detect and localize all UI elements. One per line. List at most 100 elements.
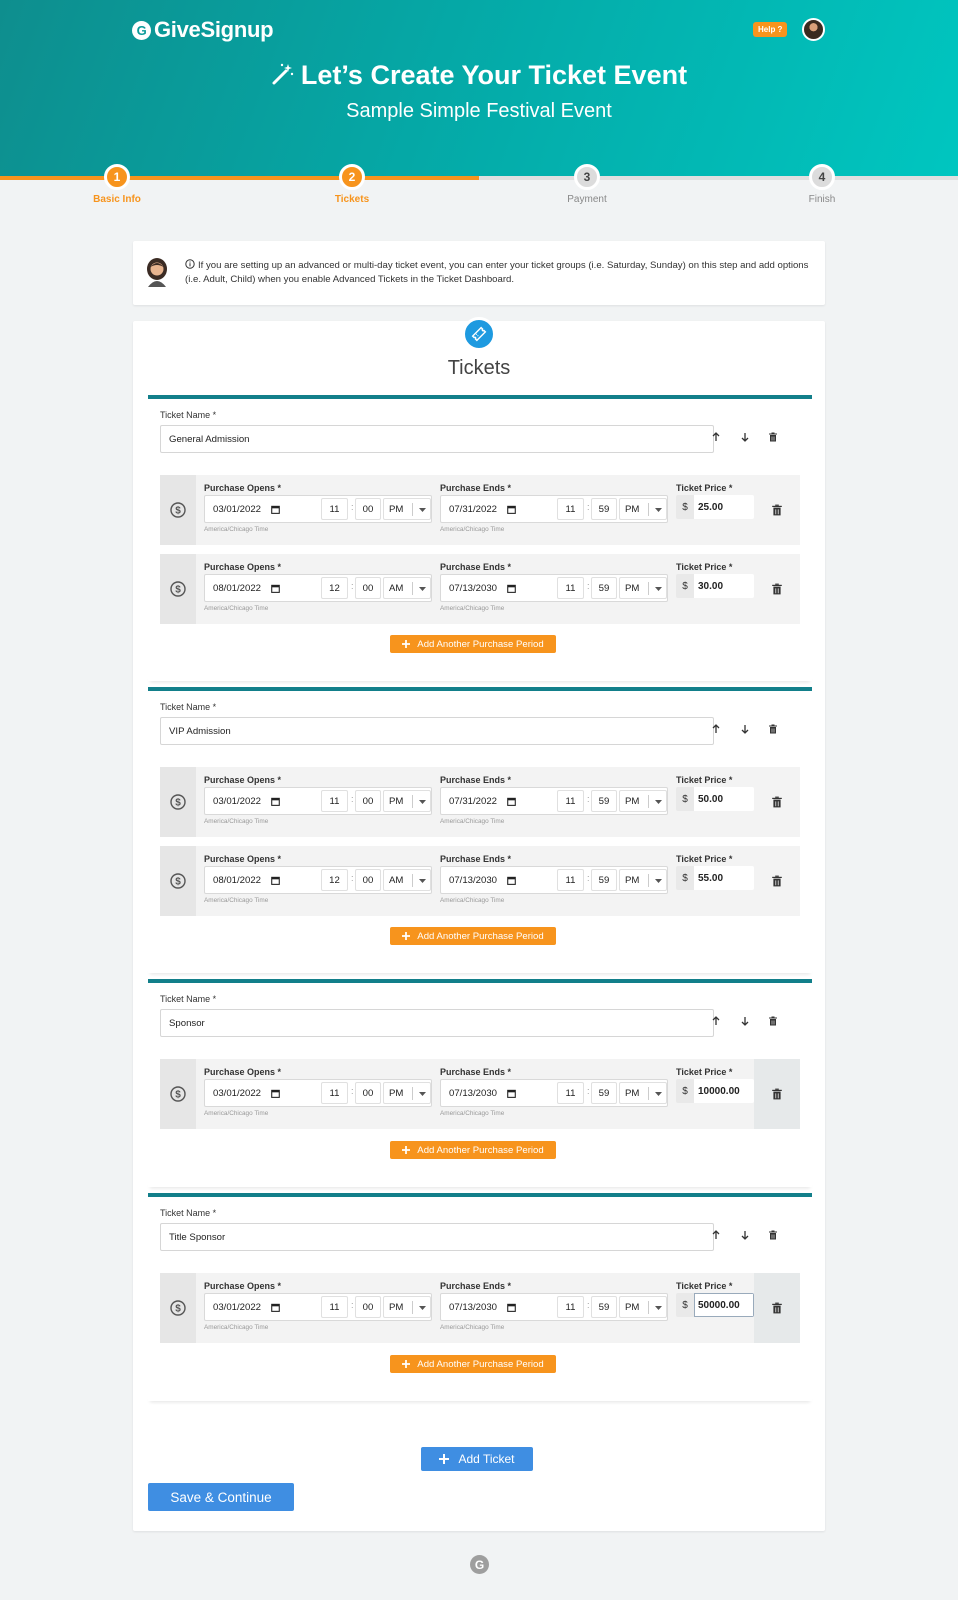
add-purchase-period-button[interactable]: Add Another Purchase Period xyxy=(390,927,556,945)
calendar-icon[interactable] xyxy=(507,584,516,593)
purchase-ends-minute-input[interactable]: 59 xyxy=(591,790,617,812)
purchase-ends-ampm-select[interactable]: PM xyxy=(619,498,667,520)
ticket-name-input[interactable]: General Admission xyxy=(160,425,714,453)
delete-period-icon[interactable] xyxy=(754,475,800,545)
ticket-name-input[interactable]: VIP Admission xyxy=(160,717,714,745)
purchase-opens-date-input[interactable]: 03/01/2022 xyxy=(205,1080,319,1106)
step-4[interactable]: 4 Finish xyxy=(762,164,882,205)
step-1[interactable]: 1 Basic Info xyxy=(57,164,177,205)
delete-period-icon[interactable] xyxy=(754,1059,800,1129)
calendar-icon[interactable] xyxy=(271,876,280,885)
calendar-icon[interactable] xyxy=(507,1303,516,1312)
purchase-opens-date-input[interactable]: 08/01/2022 xyxy=(205,867,319,893)
step-3[interactable]: 3 Payment xyxy=(527,164,647,205)
calendar-icon[interactable] xyxy=(271,1303,280,1312)
purchase-opens-ampm-select[interactable]: PM xyxy=(383,790,431,812)
purchase-ends-date-input[interactable]: 07/13/2030 xyxy=(441,575,555,601)
user-avatar[interactable] xyxy=(802,18,825,41)
delete-ticket-icon[interactable] xyxy=(763,1225,783,1245)
calendar-icon[interactable] xyxy=(507,797,516,806)
purchase-opens-ampm-select[interactable]: PM xyxy=(383,1296,431,1318)
ticket-name-input[interactable]: Sponsor xyxy=(160,1009,714,1037)
ticket-price-input[interactable]: 10000.00 xyxy=(694,1079,754,1103)
purchase-opens-hour-input[interactable]: 11 xyxy=(321,1082,348,1104)
calendar-icon[interactable] xyxy=(271,584,280,593)
step-2[interactable]: 2 Tickets xyxy=(292,164,412,205)
ticket-price-input[interactable]: 55.00 xyxy=(694,866,754,890)
calendar-icon[interactable] xyxy=(271,1089,280,1098)
delete-ticket-icon[interactable] xyxy=(763,427,783,447)
purchase-opens-ampm-select[interactable]: AM xyxy=(383,577,431,599)
purchase-ends-minute-input[interactable]: 59 xyxy=(591,869,617,891)
move-down-icon[interactable] xyxy=(735,1225,755,1245)
help-button[interactable]: Help ? xyxy=(753,22,788,37)
purchase-opens-hour-input[interactable]: 11 xyxy=(321,1296,348,1318)
move-down-icon[interactable] xyxy=(735,427,755,447)
delete-period-icon[interactable] xyxy=(754,554,800,624)
calendar-icon[interactable] xyxy=(507,1089,516,1098)
ticket-price-input[interactable]: 25.00 xyxy=(694,495,754,519)
purchase-ends-ampm-select[interactable]: PM xyxy=(619,1296,667,1318)
purchase-opens-minute-input[interactable]: 00 xyxy=(355,1296,381,1318)
add-purchase-period-button[interactable]: Add Another Purchase Period xyxy=(390,1141,556,1159)
purchase-ends-date-input[interactable]: 07/13/2030 xyxy=(441,1294,555,1320)
purchase-ends-ampm-select[interactable]: PM xyxy=(619,577,667,599)
purchase-ends-hour-input[interactable]: 11 xyxy=(557,790,584,812)
calendar-icon[interactable] xyxy=(507,505,516,514)
purchase-ends-date-input[interactable]: 07/13/2030 xyxy=(441,1080,555,1106)
purchase-ends-hour-input[interactable]: 11 xyxy=(557,1082,584,1104)
purchase-ends-ampm-select[interactable]: PM xyxy=(619,790,667,812)
purchase-opens-minute-input[interactable]: 00 xyxy=(355,790,381,812)
purchase-ends-date-input[interactable]: 07/13/2030 xyxy=(441,867,555,893)
purchase-ends-ampm-select[interactable]: PM xyxy=(619,1082,667,1104)
calendar-icon[interactable] xyxy=(271,505,280,514)
calendar-icon[interactable] xyxy=(507,876,516,885)
purchase-opens-minute-input[interactable]: 00 xyxy=(355,577,381,599)
purchase-ends-minute-input[interactable]: 59 xyxy=(591,577,617,599)
add-purchase-period-button[interactable]: Add Another Purchase Period xyxy=(390,1355,556,1373)
purchase-ends-minute-input[interactable]: 59 xyxy=(591,1082,617,1104)
purchase-opens-date-input[interactable]: 03/01/2022 xyxy=(205,496,319,522)
move-up-icon[interactable] xyxy=(706,427,726,447)
purchase-opens-ampm-select[interactable]: AM xyxy=(383,869,431,891)
purchase-opens-minute-input[interactable]: 00 xyxy=(355,1082,381,1104)
add-ticket-button[interactable]: Add Ticket xyxy=(421,1447,533,1471)
ticket-price-input[interactable]: 50000.00 xyxy=(694,1293,754,1317)
givesignup-logo[interactable]: G GiveSignup xyxy=(132,17,274,43)
purchase-opens-date-input[interactable]: 03/01/2022 xyxy=(205,1294,319,1320)
delete-period-icon[interactable] xyxy=(754,767,800,837)
purchase-opens-minute-input[interactable]: 00 xyxy=(355,498,381,520)
purchase-ends-minute-input[interactable]: 59 xyxy=(591,498,617,520)
save-continue-button[interactable]: Save & Continue xyxy=(148,1483,294,1511)
purchase-opens-hour-input[interactable]: 12 xyxy=(321,577,348,599)
ticket-price-input[interactable]: 30.00 xyxy=(694,574,754,598)
delete-ticket-icon[interactable] xyxy=(763,1011,783,1031)
move-down-icon[interactable] xyxy=(735,1011,755,1031)
move-up-icon[interactable] xyxy=(706,1011,726,1031)
purchase-opens-hour-input[interactable]: 11 xyxy=(321,498,348,520)
move-down-icon[interactable] xyxy=(735,719,755,739)
purchase-opens-minute-input[interactable]: 00 xyxy=(355,869,381,891)
purchase-opens-ampm-select[interactable]: PM xyxy=(383,1082,431,1104)
purchase-ends-hour-input[interactable]: 11 xyxy=(557,869,584,891)
purchase-ends-date-input[interactable]: 07/31/2022 xyxy=(441,788,555,814)
delete-period-icon[interactable] xyxy=(754,1273,800,1343)
delete-period-icon[interactable] xyxy=(754,846,800,916)
purchase-ends-date-input[interactable]: 07/31/2022 xyxy=(441,496,555,522)
purchase-ends-ampm-select[interactable]: PM xyxy=(619,869,667,891)
purchase-opens-hour-input[interactable]: 11 xyxy=(321,790,348,812)
purchase-opens-date-input[interactable]: 08/01/2022 xyxy=(205,575,319,601)
calendar-icon[interactable] xyxy=(271,797,280,806)
purchase-ends-hour-input[interactable]: 11 xyxy=(557,498,584,520)
purchase-ends-minute-input[interactable]: 59 xyxy=(591,1296,617,1318)
purchase-opens-ampm-select[interactable]: PM xyxy=(383,498,431,520)
add-purchase-period-button[interactable]: Add Another Purchase Period xyxy=(390,635,556,653)
delete-ticket-icon[interactable] xyxy=(763,719,783,739)
purchase-ends-hour-input[interactable]: 11 xyxy=(557,1296,584,1318)
ticket-name-input[interactable]: Title Sponsor xyxy=(160,1223,714,1251)
purchase-opens-hour-input[interactable]: 12 xyxy=(321,869,348,891)
ticket-price-input[interactable]: 50.00 xyxy=(694,787,754,811)
purchase-ends-hour-input[interactable]: 11 xyxy=(557,577,584,599)
move-up-icon[interactable] xyxy=(706,719,726,739)
move-up-icon[interactable] xyxy=(706,1225,726,1245)
